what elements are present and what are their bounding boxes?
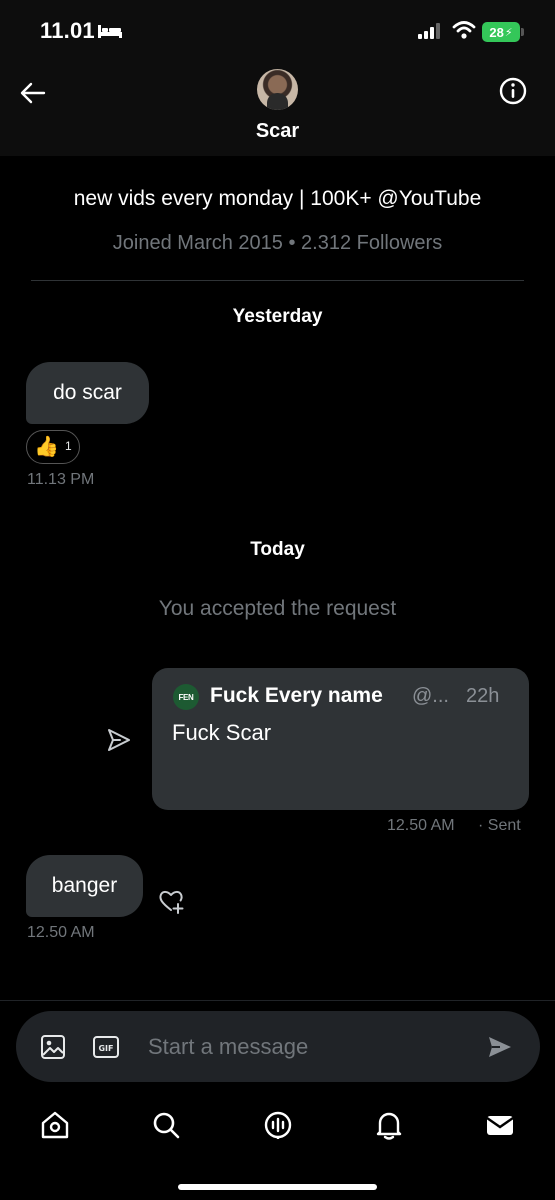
sent-status: · Sent — [478, 817, 521, 834]
wifi-icon — [452, 21, 476, 39]
conversation-name[interactable]: Scar — [0, 120, 555, 143]
message-input[interactable] — [148, 1027, 468, 1067]
shared-post-card[interactable]: FEN Fuck Every name @... 22h Fuck Scar — [152, 668, 529, 810]
avatar[interactable] — [257, 69, 298, 110]
battery-level: 28 — [489, 24, 504, 40]
heart-plus-icon[interactable] — [157, 887, 185, 915]
message-text: do scar — [53, 381, 122, 404]
search-icon[interactable] — [149, 1108, 183, 1142]
post-age: 22h — [466, 685, 500, 707]
message-bubble-received[interactable]: do scar — [26, 362, 149, 424]
divider — [31, 280, 524, 281]
message-timestamp: 11.13 PM — [27, 471, 95, 488]
cellular-signal-icon — [418, 23, 440, 39]
conversation-header: Scar — [0, 62, 555, 156]
reaction-count: 1 — [65, 439, 72, 453]
svg-text:GIF: GIF — [98, 1044, 113, 1053]
message-timestamp: 12.50 AM — [27, 924, 95, 941]
bottom-navigation — [0, 1100, 555, 1150]
charging-bolt-icon: ⚡ — [504, 26, 513, 39]
post-author-handle: @... — [412, 685, 449, 707]
system-message: You accepted the request — [158, 597, 397, 620]
post-author-avatar: FEN — [173, 684, 199, 710]
post-text: Fuck Scar — [172, 720, 272, 745]
profile-joined-followers: Joined March 2015 • 2.312 Followers — [112, 232, 443, 254]
sent-timestamp: 12.50 AM — [387, 817, 455, 834]
image-icon[interactable] — [39, 1033, 67, 1061]
day-label-yesterday: Yesterday — [232, 306, 323, 327]
spaces-icon[interactable] — [261, 1108, 295, 1142]
message-text: banger — [51, 874, 118, 897]
thumbs-up-icon: 👍 — [34, 436, 59, 458]
battery-indicator: 28 ⚡ — [482, 22, 520, 42]
send-outline-icon[interactable] — [106, 727, 132, 753]
notifications-icon[interactable] — [372, 1108, 406, 1142]
profile-bio: new vids every monday | 100K+ @YouTube — [73, 187, 482, 210]
gif-icon[interactable]: GIF — [92, 1035, 120, 1059]
home-indicator — [178, 1184, 377, 1190]
info-icon[interactable] — [498, 76, 528, 106]
battery-tip — [521, 28, 524, 36]
back-arrow-icon[interactable] — [18, 78, 48, 108]
status-time: 11.01 — [40, 18, 95, 43]
send-icon[interactable] — [486, 1033, 514, 1061]
reaction-badge[interactable]: 👍 1 — [26, 430, 80, 464]
status-bar: 11.01 28 ⚡ — [0, 0, 555, 62]
post-author-name: Fuck Every name — [210, 684, 383, 707]
messages-icon[interactable] — [483, 1108, 517, 1142]
day-label-today: Today — [250, 539, 305, 560]
sleep-focus-icon — [98, 25, 122, 38]
message-composer: GIF — [16, 1011, 540, 1082]
message-bubble-received[interactable]: banger — [26, 855, 143, 917]
home-icon[interactable] — [38, 1108, 72, 1142]
